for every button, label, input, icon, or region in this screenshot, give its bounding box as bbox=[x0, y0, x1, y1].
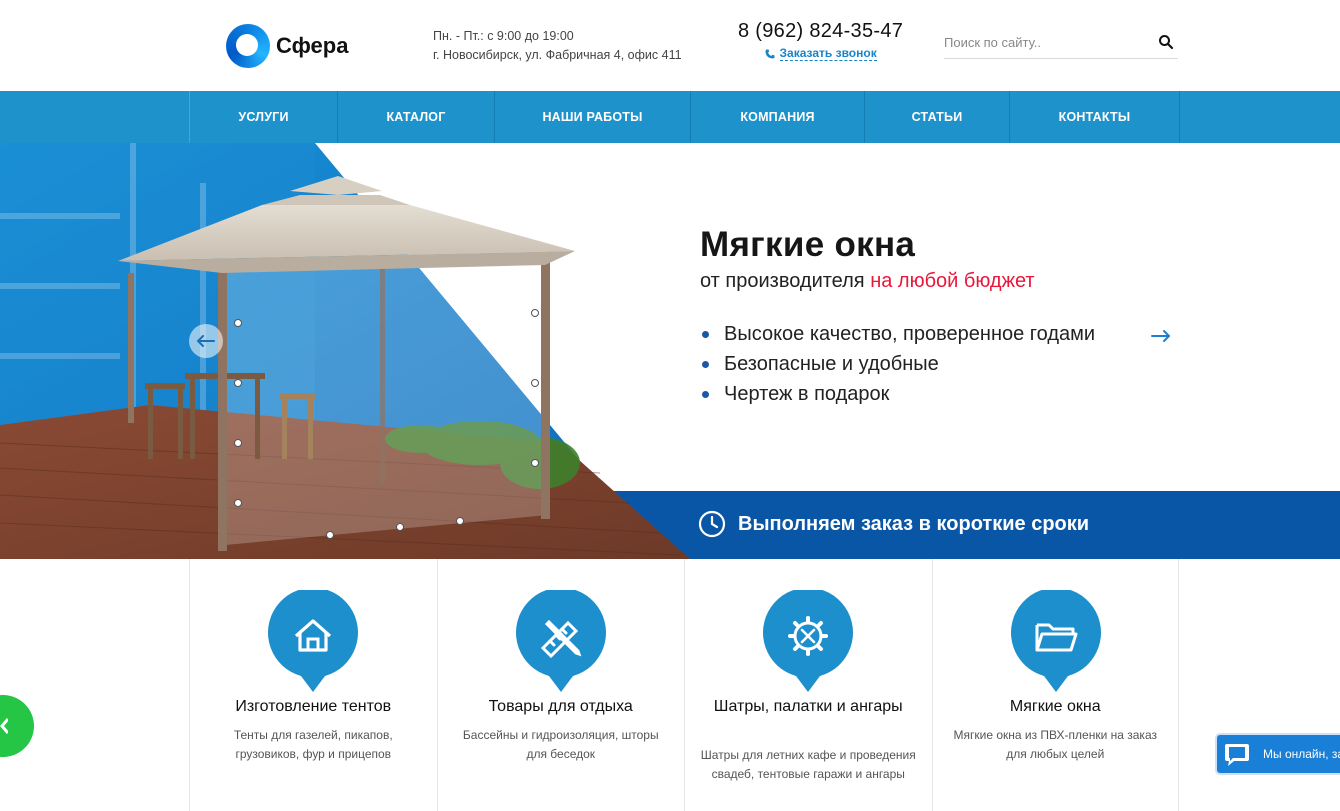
service-title: Мягкие окна bbox=[1009, 698, 1101, 715]
ruler-pencil-icon bbox=[515, 590, 606, 692]
service-card-leisure[interactable]: Товары для отдыха Бассейны и гидроизоляц… bbox=[436, 559, 685, 811]
logo-ring-icon bbox=[226, 24, 270, 68]
hero-subtitle-prefix: от производителя bbox=[700, 270, 871, 292]
chat-bubble-icon bbox=[1225, 744, 1249, 766]
slider-prev-button[interactable] bbox=[189, 324, 223, 358]
service-title: Изготовление тентов bbox=[235, 698, 392, 715]
hours-text: Пн. - Пт.: с 9:00 до 19:00 bbox=[433, 29, 574, 43]
phone-icon bbox=[765, 49, 775, 58]
search-input[interactable] bbox=[944, 30, 1144, 54]
hero-slider: Мягкие окна от производителя на любой бю… bbox=[0, 143, 1340, 559]
arrow-left-icon bbox=[197, 335, 215, 347]
nav-item-contacts[interactable]: КОНТАКТЫ bbox=[1010, 91, 1180, 143]
whatsapp-button[interactable] bbox=[0, 695, 34, 757]
site-header: Сфера Пн. - Пт.: с 9:00 до 19:00 г. Ново… bbox=[0, 0, 1340, 91]
nav-item-company[interactable]: КОМПАНИЯ bbox=[691, 91, 865, 143]
service-title: Шатры, палатки и ангары bbox=[713, 698, 903, 715]
hero-bullet-list: Высокое качество, проверенное годами Без… bbox=[700, 319, 1095, 409]
callback-link[interactable]: Заказать звонок bbox=[765, 46, 877, 61]
hero-bullet: Безопасные и удобные bbox=[700, 349, 1095, 379]
hero-subtitle-accent: на любой бюджет bbox=[870, 270, 1035, 292]
main-nav: УСЛУГИ КАТАЛОГ НАШИ РАБОТЫ КОМПАНИЯ СТАТ… bbox=[0, 91, 1340, 143]
service-card-tents[interactable]: Изготовление тентов Тенты для газелей, п… bbox=[189, 559, 437, 811]
contact-block: 8 (962) 824-35-47 Заказать звонок bbox=[738, 20, 903, 64]
hero-bar-text: Выполняем заказ в короткие сроки bbox=[738, 512, 1090, 535]
working-hours: Пн. - Пт.: с 9:00 до 19:00 г. Новосибирс… bbox=[433, 27, 682, 65]
search-icon[interactable] bbox=[1158, 34, 1174, 50]
slider-next-arrow-icon[interactable] bbox=[1150, 328, 1172, 344]
services-grid: Изготовление тентов Тенты для газелей, п… bbox=[189, 559, 1179, 811]
search-box bbox=[944, 30, 1178, 59]
online-chat-widget[interactable]: Мы онлайн, за bbox=[1215, 733, 1340, 775]
service-description: Мягкие окна из ПВХ-пленки на заказ для л… bbox=[953, 728, 1157, 761]
service-card-soft-windows[interactable]: Мягкие окна Мягкие окна из ПВХ-пленки на… bbox=[931, 559, 1179, 811]
nav-item-catalog[interactable]: КАТАЛОГ bbox=[338, 91, 495, 143]
chat-label: Мы онлайн, за bbox=[1263, 747, 1340, 761]
clock-icon bbox=[698, 510, 726, 538]
service-description: Шатры для летних кафе и проведения сваде… bbox=[700, 748, 916, 781]
hero-bullet: Чертеж в подарок bbox=[700, 379, 1095, 409]
whatsapp-icon bbox=[0, 718, 8, 734]
nav-item-articles[interactable]: СТАТЬИ bbox=[865, 91, 1010, 143]
nav-items: УСЛУГИ КАТАЛОГ НАШИ РАБОТЫ КОМПАНИЯ СТАТ… bbox=[189, 91, 1180, 143]
callback-label: Заказать звонок bbox=[779, 46, 877, 61]
nav-item-services[interactable]: УСЛУГИ bbox=[190, 91, 338, 143]
service-description: Тенты для газелей, пикапов, грузовиков, … bbox=[233, 728, 393, 761]
service-description: Бассейны и гидроизоляция, шторы для бесе… bbox=[462, 728, 659, 761]
address-text: г. Новосибирск, ул. Фабричная 4, офис 41… bbox=[433, 48, 682, 62]
logo-text: Сфера bbox=[276, 33, 349, 58]
hero-bullet: Высокое качество, проверенное годами bbox=[700, 319, 1095, 349]
nav-item-our-works[interactable]: НАШИ РАБОТЫ bbox=[495, 91, 691, 143]
logo[interactable]: Сфера bbox=[226, 24, 348, 68]
gear-tools-icon bbox=[763, 590, 853, 692]
hero-subtitle: от производителя на любой бюджет bbox=[700, 270, 1035, 293]
hero-title: Мягкие окна bbox=[700, 225, 916, 264]
house-icon bbox=[268, 590, 358, 692]
phone-number[interactable]: 8 (962) 824-35-47 bbox=[738, 20, 903, 43]
hero-bar: Выполняем заказ в короткие сроки bbox=[698, 510, 1089, 538]
service-title: Товары для отдыха bbox=[488, 698, 633, 715]
service-card-tents-hangars[interactable]: Шатры, палатки и ангары Шатры для летних… bbox=[684, 559, 932, 811]
folder-icon bbox=[1010, 590, 1101, 692]
